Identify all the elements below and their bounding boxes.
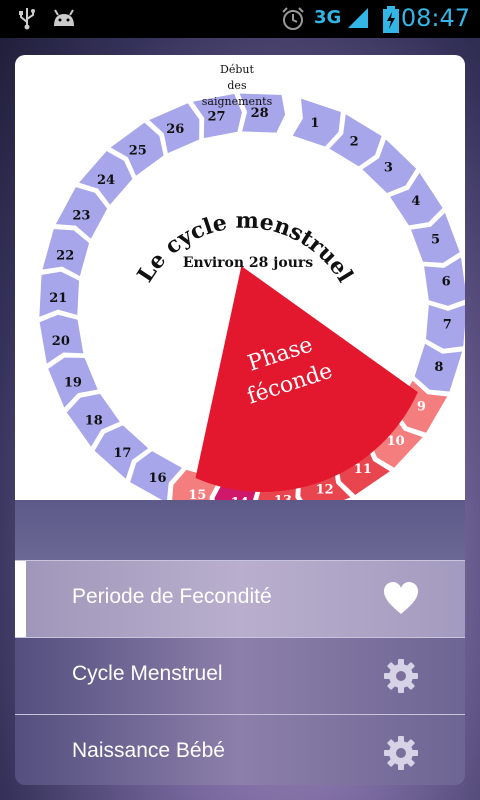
day-number-label: 2 — [350, 134, 359, 149]
day-number-label: 18 — [85, 414, 103, 429]
gear-icon — [384, 659, 418, 693]
selection-indicator — [15, 561, 26, 637]
day-number-label: 25 — [129, 144, 147, 159]
day-number-label: 19 — [64, 376, 82, 391]
network-type: 3G — [314, 7, 342, 28]
day-number-label: 27 — [208, 109, 226, 124]
day-number-label: 3 — [384, 161, 393, 176]
cycle-image-panel: 1234567891011121314151617181920212223242… — [15, 55, 465, 523]
day-number-label: 20 — [52, 334, 70, 349]
day-number-label: 10 — [387, 434, 405, 449]
day-number-label: 17 — [113, 446, 131, 461]
menu-item-label: Naissance Bébé — [72, 739, 225, 762]
day-number-label: 5 — [431, 232, 440, 247]
day-number-label: 24 — [97, 173, 115, 188]
signal-icon — [348, 8, 368, 28]
android-icon — [54, 9, 74, 26]
day-number-label: 26 — [166, 122, 184, 137]
main-card: 1234567891011121314151617181920212223242… — [15, 55, 465, 785]
day-number-label: 8 — [434, 360, 443, 375]
day-number-label: 4 — [411, 194, 420, 209]
day-number-label: 1 — [310, 116, 319, 131]
day-number-label: 22 — [56, 248, 74, 263]
alarm-icon — [282, 7, 304, 30]
day-number-label: 15 — [188, 488, 206, 500]
menu-item-label: Cycle Menstruel — [72, 662, 223, 685]
day-number-label: 16 — [148, 471, 166, 486]
status-bar: 3G 08:47 — [0, 0, 480, 38]
day-number-label: 6 — [442, 274, 451, 289]
day-number-label: 7 — [443, 317, 452, 332]
day-number-label: 28 — [251, 106, 269, 121]
menu-list: Periode de Fecondité Cycle Menstruel Nai… — [15, 560, 465, 785]
cycle-diagram: 1234567891011121314151617181920212223242… — [37, 63, 465, 523]
menu-item-label: Periode de Fecondité — [72, 585, 272, 608]
day-number-label: 12 — [316, 482, 334, 497]
gear-icon — [384, 736, 418, 770]
header-band — [15, 500, 465, 560]
start-label-1: Début — [220, 63, 254, 76]
start-label-2: des — [227, 79, 247, 92]
clock: 08:47 — [400, 4, 470, 32]
day-number-label: 9 — [417, 399, 426, 414]
day-number-label: 21 — [49, 291, 67, 306]
start-label-3: saignements — [202, 95, 273, 108]
heart-icon — [384, 582, 418, 614]
menu-item-naissance-bebe[interactable]: Naissance Bébé — [15, 714, 465, 785]
day-number-label: 23 — [72, 208, 90, 223]
usb-icon — [19, 8, 35, 30]
battery-charging-icon — [383, 6, 399, 33]
day-number-label: 11 — [354, 462, 372, 477]
menu-item-cycle-menstruel[interactable]: Cycle Menstruel — [15, 637, 465, 714]
cycle-subtitle: Environ 28 jours — [183, 255, 313, 271]
menu-item-periode-fecondite[interactable]: Periode de Fecondité — [15, 560, 465, 637]
